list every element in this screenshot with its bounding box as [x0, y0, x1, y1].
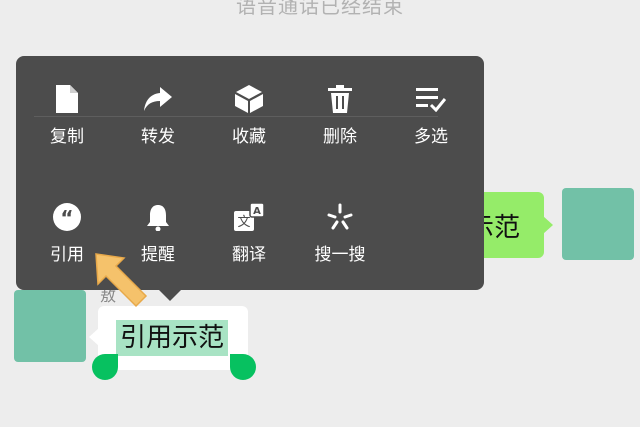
- menu-item-translate[interactable]: 文A 翻译: [207, 202, 291, 278]
- menu-item-label: 收藏: [232, 127, 266, 147]
- system-message: 语音通话已经结束: [236, 0, 404, 18]
- menu-item-search[interactable]: 搜一搜: [298, 202, 382, 278]
- svg-text:“: “: [60, 206, 73, 230]
- search-sparkle-icon: [325, 202, 355, 232]
- menu-item-favorite[interactable]: 收藏: [207, 84, 291, 160]
- favorite-cube-icon: [234, 84, 264, 114]
- selection-handle-start[interactable]: [92, 354, 118, 380]
- avatar-self[interactable]: [562, 188, 634, 260]
- pointer-arrow-icon: [95, 253, 148, 308]
- copy-icon: [52, 84, 82, 114]
- menu-item-delete[interactable]: 删除: [298, 84, 382, 160]
- menu-item-label: 引用: [50, 245, 84, 265]
- avatar-contact[interactable]: [14, 290, 86, 362]
- selected-message-text[interactable]: 引用示范: [116, 320, 229, 356]
- svg-text:文: 文: [237, 215, 250, 230]
- menu-item-forward[interactable]: 转发: [116, 84, 200, 160]
- menu-item-label: 复制: [50, 127, 84, 147]
- menu-item-label: 转发: [141, 127, 175, 147]
- context-menu-tail: [158, 289, 182, 301]
- menu-item-label: 翻译: [232, 245, 266, 265]
- menu-item-label: 搜一搜: [314, 245, 366, 265]
- menu-item-label: 删除: [323, 127, 357, 147]
- multi-select-icon: [416, 84, 446, 114]
- menu-item-label: 多选: [414, 127, 448, 147]
- quote-icon: “: [52, 202, 82, 232]
- translate-icon: 文A: [234, 202, 264, 232]
- menu-item-copy[interactable]: 复制: [25, 84, 109, 160]
- trash-icon: [325, 84, 355, 114]
- bell-icon: [143, 202, 173, 232]
- svg-text:A: A: [253, 206, 261, 217]
- selection-handle-end[interactable]: [230, 354, 256, 380]
- menu-item-multi-select[interactable]: 多选: [389, 84, 473, 160]
- forward-icon: [143, 84, 173, 114]
